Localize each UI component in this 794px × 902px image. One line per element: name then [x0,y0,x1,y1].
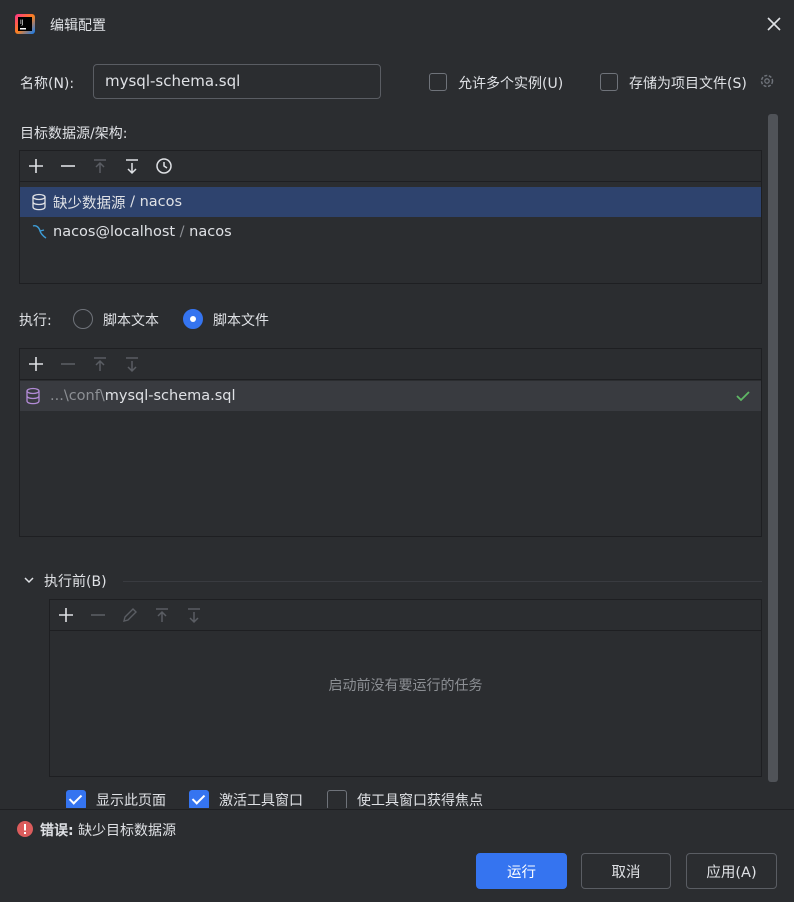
show-page-label: 显示此页面 [96,793,166,808]
add-icon[interactable] [50,600,82,631]
focus-window-checkbox[interactable] [327,790,347,808]
run-button[interactable]: 运行 [476,853,567,889]
target-separator: / [175,224,190,240]
error-icon [16,820,34,838]
close-icon[interactable] [764,14,784,34]
files-toolbar [20,349,761,380]
file-name: mysql-schema.sql [104,388,236,404]
database-icon [31,193,47,211]
history-icon[interactable] [148,151,180,182]
table-row[interactable]: ...\conf\ mysql-schema.sql [20,381,761,411]
focus-window-label: 使工具窗口获得焦点 [357,793,483,808]
svg-text:IJ: IJ [20,19,24,26]
sql-file-icon [25,387,41,405]
add-icon[interactable] [20,151,52,182]
list-item[interactable]: nacos@localhost / nacos [20,217,761,247]
file-path-prefix: ...\conf\ [50,388,105,404]
title-bar: IJ 编辑配置 [0,0,794,50]
add-icon[interactable] [20,349,52,380]
mysql-dolphin-icon [31,223,47,241]
edit-icon [114,600,146,631]
check-icon [735,388,751,404]
apply-button[interactable]: 应用(A) [686,853,777,889]
show-page-checkbox[interactable] [66,790,86,808]
activate-window-label: 激活工具窗口 [219,793,303,808]
allow-multiple-label: 允许多个实例(U) [458,76,564,92]
name-input[interactable]: mysql-schema.sql [93,64,381,99]
dialog-title: 编辑配置 [50,18,106,34]
error-prefix: 错误: [40,823,74,839]
empty-state-text: 启动前没有要运行的任务 [328,678,483,694]
script-file-radio[interactable] [183,309,203,329]
target-name: 缺少数据源 [53,195,126,212]
execute-label: 执行: [19,313,52,329]
move-down-icon [116,349,148,380]
remove-icon[interactable] [52,151,84,182]
before-launch-label[interactable]: 执行前(B) [44,571,107,591]
target-schema: nacos [139,194,183,210]
script-text-label: 脚本文本 [103,313,159,329]
targets-label: 目标数据源/架构: [20,126,128,142]
scrollbar[interactable] [768,114,778,782]
script-files-panel: ...\conf\ mysql-schema.sql [19,348,762,537]
script-file-label: 脚本文件 [213,313,269,329]
move-up-icon [84,151,116,182]
store-project-checkbox[interactable] [600,73,618,91]
error-message: 错误: 缺少目标数据源 [40,820,176,840]
move-down-icon[interactable] [116,151,148,182]
list-item[interactable]: 缺少数据源 / nacos [20,187,761,217]
before-launch-panel: 启动前没有要运行的任务 [49,599,762,777]
target-schema: nacos [189,224,232,240]
target-name: nacos@localhost [53,224,176,240]
app-logo-icon: IJ [15,14,35,34]
before-launch-options: 显示此页面 激活工具窗口 使工具窗口获得焦点 [0,784,794,808]
activate-window-checkbox[interactable] [189,790,209,808]
script-text-radio[interactable] [73,309,93,329]
targets-panel: 缺少数据源 / nacos nacos@localhost / nacos [19,150,762,284]
move-up-icon [84,349,116,380]
remove-icon [52,349,84,380]
move-down-icon [178,600,210,631]
target-separator: / [125,194,140,210]
before-launch-toolbar [50,600,761,631]
cancel-button[interactable]: 取消 [581,853,671,889]
targets-toolbar [20,151,761,182]
store-project-label: 存储为项目文件(S) [629,76,747,92]
name-label: 名称(N): [20,76,75,92]
error-text: 缺少目标数据源 [78,823,177,839]
allow-multiple-checkbox[interactable] [429,73,447,91]
move-up-icon [146,600,178,631]
gear-icon[interactable] [758,72,776,90]
section-divider [123,581,762,582]
chevron-down-icon[interactable] [22,573,36,587]
remove-icon [82,600,114,631]
footer-divider [0,809,794,810]
